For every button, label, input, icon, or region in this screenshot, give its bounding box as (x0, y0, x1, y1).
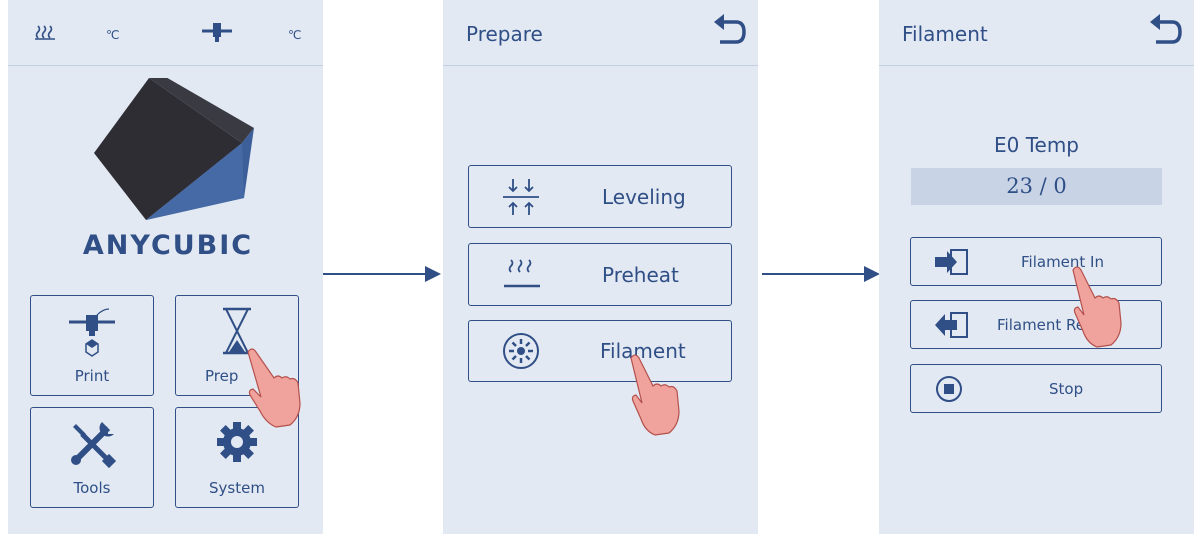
page-title: Prepare (466, 22, 543, 46)
flow-arrowhead-1 (425, 266, 441, 282)
preheat-label: Preheat (602, 262, 679, 287)
pointing-hand-icon (247, 348, 301, 428)
filament-remove-icon (935, 311, 968, 338)
filament-button[interactable]: Filament (468, 320, 732, 382)
filament-screen-panel: Filament E0 Temp 23 / 0 Filament In Fila… (879, 0, 1194, 534)
preheat-button[interactable]: Preheat (468, 243, 732, 306)
print-tile[interactable]: Print (30, 295, 154, 396)
back-arrow-icon[interactable] (710, 14, 746, 50)
anycubic-logo-text: ANYCUBIC (82, 230, 254, 261)
prepare-screen-panel: Prepare Leveling Preheat Filament (443, 0, 758, 534)
tools-icon (71, 422, 117, 469)
header-divider (879, 65, 1194, 66)
leveling-label: Leveling (602, 184, 686, 209)
main-screen-panel: ℃ ℃ ANYCUBIC Print Prep Tools System (8, 0, 323, 534)
header-divider (8, 65, 323, 66)
leveling-icon (503, 178, 539, 215)
pointing-hand-icon (1072, 266, 1122, 348)
temp-label: E0 Temp (993, 133, 1080, 157)
nozzle-temp-unit: ℃ (288, 28, 302, 42)
print-tile-label: Print (74, 367, 110, 385)
temp-value: 23 / 0 (911, 168, 1162, 205)
nozzle-icon (202, 23, 232, 42)
heat-icon (504, 258, 540, 287)
hotbed-icon (35, 25, 55, 40)
print-icon (69, 308, 115, 357)
stop-icon (936, 375, 962, 402)
flow-arrow-2 (762, 273, 866, 275)
page-title: Filament (902, 22, 988, 46)
flow-arrowhead-2 (864, 266, 880, 282)
system-tile-label: System (209, 479, 265, 497)
anycubic-logo-icon (94, 78, 254, 220)
pointing-hand-icon (630, 354, 680, 436)
hotbed-temp-unit: ℃ (106, 28, 120, 42)
flow-arrow-1 (323, 273, 427, 275)
filament-in-icon (935, 248, 968, 275)
leveling-button[interactable]: Leveling (468, 165, 732, 228)
stop-button[interactable]: Stop (910, 364, 1162, 413)
tools-tile[interactable]: Tools (30, 407, 154, 508)
tools-tile-label: Tools (73, 479, 111, 497)
filament-spool-icon (503, 333, 539, 369)
back-arrow-icon[interactable] (1146, 14, 1182, 50)
stop-label: Stop (1049, 379, 1084, 398)
header-divider (443, 65, 758, 66)
